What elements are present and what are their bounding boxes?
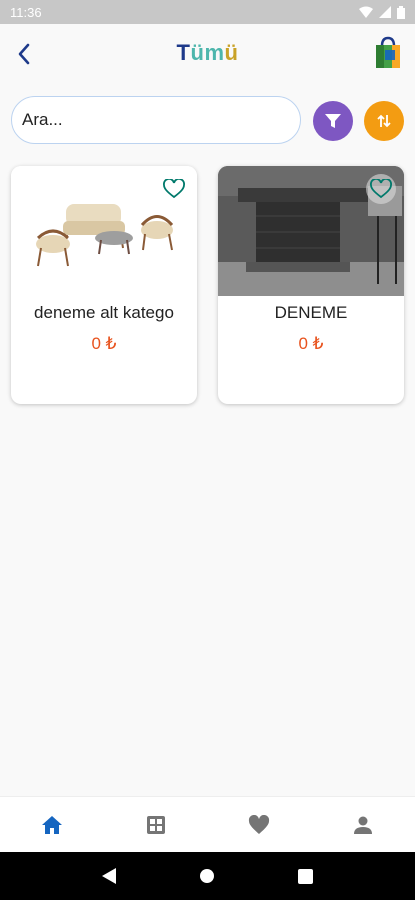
heart-outline-icon: [163, 179, 185, 199]
triangle-back-icon: [102, 868, 117, 884]
system-home-button[interactable]: [192, 861, 222, 891]
circle-home-icon: [200, 869, 215, 883]
heart-icon: [249, 815, 270, 834]
nav-favorites[interactable]: [234, 805, 284, 845]
wifi-icon: [359, 6, 373, 18]
product-title: deneme alt katego: [34, 303, 174, 322]
search-row: [11, 96, 404, 146]
product-card[interactable]: DENEME 0 ₺: [218, 166, 404, 404]
product-title: DENEME: [274, 303, 348, 322]
favorite-button[interactable]: [159, 174, 189, 204]
status-bar: 11:36: [0, 0, 415, 24]
product-price: 0 ₺: [91, 334, 117, 353]
page-title: Tümü: [176, 40, 239, 65]
battery-icon: [397, 5, 405, 19]
search-input[interactable]: [11, 96, 301, 144]
heart-outline-icon: [370, 179, 392, 199]
status-time: 11:36: [10, 4, 42, 20]
system-back-button[interactable]: [94, 861, 124, 891]
nav-home[interactable]: [27, 805, 77, 845]
status-icons: [359, 5, 405, 19]
cart-button[interactable]: [373, 36, 403, 70]
sort-button[interactable]: [364, 101, 404, 141]
product-price: 0 ₺: [298, 334, 324, 353]
grid-icon: [146, 816, 165, 834]
system-recents-button[interactable]: [291, 861, 321, 891]
shopping-bag-icon: [376, 36, 400, 68]
product-grid: deneme alt katego 0 ₺ DENEME 0 ₺: [11, 166, 405, 404]
app-header: Tümü: [0, 24, 415, 84]
home-icon: [41, 816, 62, 834]
square-recents-icon: [298, 868, 314, 884]
nav-categories[interactable]: [131, 805, 181, 845]
sort-arrows-icon: [377, 114, 391, 128]
bottom-nav: [0, 796, 415, 853]
favorite-button[interactable]: [366, 174, 396, 204]
product-card[interactable]: deneme alt katego 0 ₺: [11, 166, 197, 404]
signal-icon: [379, 6, 391, 18]
system-nav-bar: [0, 852, 415, 900]
filter-icon: [325, 114, 341, 128]
person-icon: [354, 816, 373, 834]
nav-profile[interactable]: [338, 805, 388, 845]
filter-button[interactable]: [313, 101, 353, 141]
